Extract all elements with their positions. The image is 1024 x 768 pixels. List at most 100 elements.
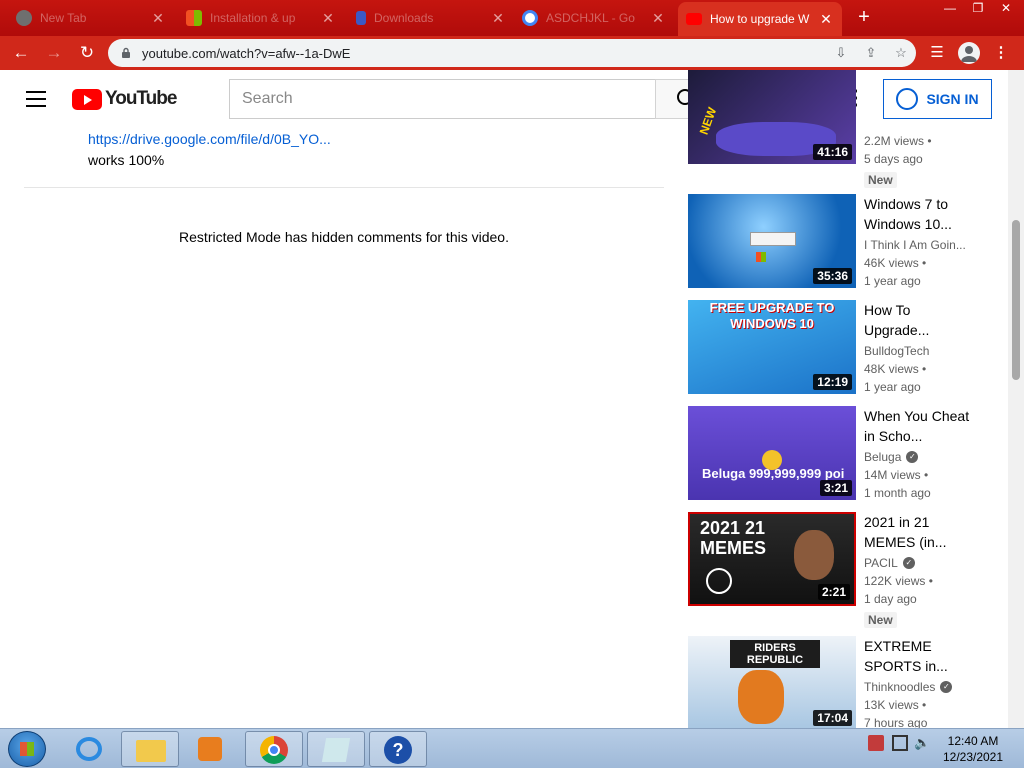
video-age: 5 days ago bbox=[864, 152, 923, 166]
windows-taskbar: ? 🔈 12:40 AM 12/23/2021 bbox=[0, 728, 1024, 768]
tab-title: ASDCHJKL - Go bbox=[546, 11, 635, 25]
media-queue-icon[interactable]: ☰ bbox=[925, 41, 949, 65]
windows-logo-icon bbox=[756, 252, 766, 262]
windows-logo-icon bbox=[20, 742, 34, 756]
browser-tab[interactable]: Downloads ✕ bbox=[348, 2, 514, 34]
fox-character bbox=[738, 670, 784, 724]
share-icon[interactable]: ⇪ bbox=[856, 45, 886, 61]
video-duration: 12:19 bbox=[813, 374, 852, 390]
new-tab-button[interactable]: + bbox=[852, 6, 876, 30]
channel-name[interactable]: Beluga ✓ bbox=[864, 448, 972, 466]
recommendation-item[interactable]: FREE UPGRADE TO WINDOWS 10 12:19 How To … bbox=[688, 300, 988, 394]
tab-close-icon[interactable]: ✕ bbox=[490, 10, 506, 27]
video-meta: 2.2M views • 5 days ago New bbox=[864, 132, 972, 189]
video-meta: When You Cheat in Scho... Beluga ✓ 14M vi… bbox=[864, 406, 972, 502]
volume-icon[interactable]: 🔈 bbox=[914, 735, 930, 751]
comment-text: works 100% bbox=[88, 152, 165, 168]
profile-avatar-icon[interactable] bbox=[958, 42, 980, 64]
video-thumbnail[interactable]: 35:36 bbox=[688, 194, 856, 288]
system-clock[interactable]: 12:40 AM 12/23/2021 bbox=[940, 733, 1006, 765]
channel-label: BulldogTech bbox=[864, 344, 930, 358]
browser-tab[interactable]: New Tab ✕ bbox=[8, 2, 174, 34]
file-explorer-icon[interactable] bbox=[121, 731, 179, 767]
comment-link[interactable]: https://drive.google.com/file/d/0B_YO... bbox=[88, 131, 331, 147]
network-icon[interactable] bbox=[892, 735, 908, 751]
reload-icon[interactable]: ↻ bbox=[75, 41, 99, 65]
channel-name[interactable]: PACIL ✓ bbox=[864, 554, 972, 572]
browser-tab[interactable]: Installation & up ✕ bbox=[178, 2, 344, 34]
video-thumbnail[interactable]: Beluga 999,999,999 poi 3:21 bbox=[688, 406, 856, 500]
video-title[interactable]: When You Cheat in Scho... bbox=[864, 406, 972, 446]
clock-date: 12/23/2021 bbox=[942, 750, 1004, 764]
video-age: 1 year ago bbox=[864, 380, 921, 394]
notepad-icon[interactable] bbox=[307, 731, 365, 767]
back-icon[interactable]: ← bbox=[9, 41, 33, 65]
minimize-icon[interactable]: — bbox=[936, 0, 964, 18]
recommendation-item[interactable]: 2021 21 MEMES 2:21 2021 in 21 MEMES (in.… bbox=[688, 512, 988, 628]
recommendation-item[interactable]: Beluga 999,999,999 poi 3:21 When You Che… bbox=[688, 406, 988, 500]
scrollbar-thumb[interactable] bbox=[1012, 220, 1020, 380]
tray-flag-icon[interactable] bbox=[868, 735, 884, 751]
video-views: 14M views • bbox=[864, 468, 929, 482]
video-views: 13K views • bbox=[864, 698, 927, 712]
video-thumbnail[interactable]: NEW 41:16 bbox=[688, 70, 856, 164]
video-title[interactable]: EXTREME SPORTS in... bbox=[864, 636, 972, 676]
recommendation-item[interactable]: NEW 41:16 2.2M views • 5 days ago New bbox=[688, 70, 988, 188]
channel-name[interactable]: BulldogTech bbox=[864, 342, 972, 360]
thumb-overlay: 2021 21 MEMES bbox=[700, 518, 767, 558]
new-badge: New bbox=[864, 612, 897, 628]
bookmark-star-icon[interactable]: ☆ bbox=[886, 45, 916, 61]
tab-close-icon[interactable]: ✕ bbox=[150, 10, 166, 27]
thumb-overlay: FREE UPGRADE TO WINDOWS 10 bbox=[709, 300, 835, 331]
chrome-menu-icon[interactable]: ⋮ bbox=[989, 41, 1013, 65]
video-meta: Windows 7 to Windows 10... I Think I Am … bbox=[864, 194, 972, 290]
recommendation-item[interactable]: 35:36 Windows 7 to Windows 10... I Think… bbox=[688, 194, 988, 288]
clock-time: 12:40 AM bbox=[947, 734, 999, 748]
restore-icon[interactable]: ❐ bbox=[964, 0, 992, 18]
close-window-icon[interactable]: ✕ bbox=[992, 0, 1020, 18]
search-input[interactable]: Search bbox=[229, 79, 656, 119]
tab-close-icon[interactable]: ✕ bbox=[650, 10, 666, 27]
tab-title: How to upgrade W bbox=[710, 12, 810, 26]
address-bar[interactable]: youtube.com/watch?v=afw--1a-DwE ⇩ ⇪ ☆ bbox=[108, 39, 916, 67]
chrome-taskbar-icon[interactable] bbox=[245, 731, 303, 767]
video-thumbnail[interactable]: RIDERS REPUBLIC 17:04 bbox=[688, 636, 856, 728]
video-thumbnail[interactable]: 2021 21 MEMES 2:21 bbox=[688, 512, 856, 606]
tab-close-icon[interactable]: ✕ bbox=[818, 11, 834, 28]
google-favicon-icon bbox=[522, 10, 538, 26]
video-duration: 3:21 bbox=[819, 480, 852, 496]
help-icon[interactable]: ? bbox=[369, 731, 427, 767]
guide-menu-icon[interactable] bbox=[26, 91, 46, 107]
page-scrollbar[interactable] bbox=[1008, 70, 1024, 728]
browser-tab-active[interactable]: How to upgrade W ✕ bbox=[678, 2, 842, 36]
youtube-logo[interactable]: YouTube bbox=[72, 88, 177, 110]
video-meta: How To Upgrade... BulldogTech 48K views … bbox=[864, 300, 972, 396]
channel-name[interactable]: Thinknoodles ✓ bbox=[864, 678, 972, 696]
media-player-icon[interactable] bbox=[182, 731, 240, 767]
channel-label: Beluga bbox=[864, 450, 902, 464]
channel-name[interactable]: I Think I Am Goin... bbox=[864, 236, 972, 254]
video-age: 1 month ago bbox=[864, 486, 931, 500]
tab-title: Downloads bbox=[374, 11, 434, 25]
video-title[interactable]: How To Upgrade... bbox=[864, 300, 972, 340]
thumb-figure bbox=[794, 530, 834, 580]
video-title[interactable]: Windows 7 to Windows 10... bbox=[864, 194, 972, 234]
thumb-overlay: RIDERS REPUBLIC bbox=[730, 640, 820, 668]
install-icon[interactable]: ⇩ bbox=[826, 45, 856, 61]
forward-icon[interactable]: → bbox=[42, 41, 66, 65]
tab-title: Installation & up bbox=[210, 11, 296, 25]
divider bbox=[24, 187, 664, 188]
microsoft-favicon-icon bbox=[186, 10, 202, 26]
video-duration: 41:16 bbox=[813, 144, 852, 160]
video-thumbnail[interactable]: FREE UPGRADE TO WINDOWS 10 12:19 bbox=[688, 300, 856, 394]
start-button[interactable] bbox=[8, 731, 46, 767]
tab-close-icon[interactable]: ✕ bbox=[320, 10, 336, 27]
recommendation-item[interactable]: RIDERS REPUBLIC 17:04 EXTREME SPORTS in.… bbox=[688, 636, 988, 728]
browser-tab[interactable]: ASDCHJKL - Go ✕ bbox=[514, 2, 674, 34]
window-controls: — ❐ ✕ bbox=[936, 0, 1020, 18]
channel-label: PACIL bbox=[864, 556, 898, 570]
internet-explorer-icon[interactable] bbox=[60, 731, 118, 767]
video-title[interactable]: 2021 in 21 MEMES (in... bbox=[864, 512, 972, 552]
video-duration: 35:36 bbox=[813, 268, 852, 284]
download-favicon-icon bbox=[356, 11, 366, 25]
